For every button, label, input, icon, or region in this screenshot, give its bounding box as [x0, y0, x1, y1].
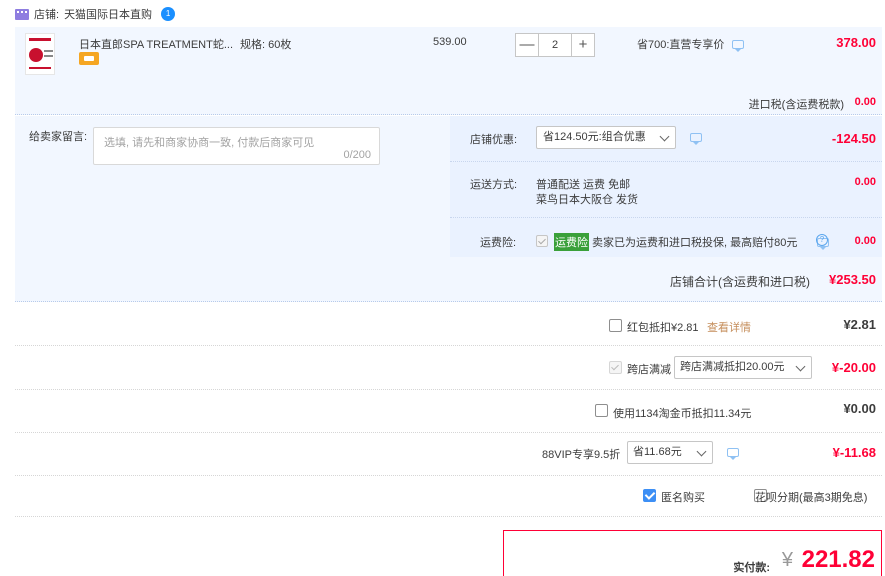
- item-subtotal: 378.00: [836, 35, 876, 50]
- chat-icon[interactable]: [690, 133, 702, 145]
- chevron-down-icon: [696, 446, 707, 457]
- product-spec: 规格: 60枚: [240, 39, 292, 51]
- crossstore-row: 跨店满减 跨店满减抵扣20.00元 ¥-20.00: [15, 347, 882, 390]
- payment-amount: 221.82: [801, 546, 875, 573]
- shipping-value: 0.00: [854, 176, 876, 188]
- product-thumbnail[interactable]: [25, 33, 55, 75]
- item-promo-text: 省700:直营专享价: [637, 39, 725, 51]
- huabei-label: 花呗分期(最高3期免息): [755, 492, 868, 504]
- vip-label: 88VIP专享9.5折: [542, 449, 621, 461]
- anonymous-label: 匿名购买: [661, 492, 705, 504]
- shipping-method: 普通配送 运费 免邮: [536, 179, 631, 191]
- item-promo: 省700:直营专享价: [637, 36, 745, 52]
- insurance-label: 运费险:: [480, 237, 517, 249]
- insurance-value: 0.00: [854, 235, 876, 247]
- vip-select[interactable]: 省11.68元: [627, 441, 713, 464]
- shop-coupon-row: 店铺优惠: 省124.50元:组合优惠 -124.50: [450, 116, 882, 162]
- crossstore-label: 跨店满减: [627, 364, 671, 376]
- payment-label: 实付款:: [733, 562, 770, 574]
- vip-row: 88VIP专享9.5折 省11.68元 ¥-11.68: [15, 433, 882, 476]
- chat-icon[interactable]: [727, 448, 739, 460]
- taojinbi-label: 使用1134淘金币抵扣11.34元: [613, 408, 752, 420]
- help-icon[interactable]: ?: [816, 234, 828, 246]
- insurance-checkbox: [536, 235, 548, 247]
- shop-total-label: 店铺合计(含运费和进口税): [670, 275, 810, 289]
- item-row: 日本直郎SPA TREATMENT蛇... 规格: 60枚 539.00 — 2…: [15, 27, 882, 115]
- redpacket-details-link[interactable]: 查看详情: [707, 319, 751, 335]
- shop-prefix: 店铺:: [34, 9, 60, 21]
- unit-price: 539.00: [433, 36, 467, 48]
- shop-coupon-selected: 省124.50元:组合优惠: [543, 131, 646, 143]
- order-options: 给卖家留言: 选填, 请先和商家协商一致, 付款后商家可见 0/200 店铺优惠…: [15, 116, 882, 302]
- shipping-label: 运送方式:: [470, 179, 518, 191]
- payment-currency: ¥: [781, 549, 793, 571]
- taojinbi-value: ¥0.00: [843, 401, 876, 416]
- redpacket-value: ¥2.81: [843, 317, 876, 332]
- insurance-row: 运费险: 运费险 卖家已为运费和进口税投保, 最高赔付80元 ? 0.00: [450, 218, 882, 257]
- shop-badge[interactable]: 1: [161, 7, 176, 21]
- anonymous-checkbox[interactable]: [643, 489, 656, 502]
- shop-coupon-label: 店铺优惠:: [470, 134, 518, 146]
- taojinbi-checkbox[interactable]: [595, 404, 608, 417]
- shop-name[interactable]: 天猫国际日本直购: [64, 6, 152, 22]
- shipping-origin: 菜鸟日本大阪仓 发货: [536, 194, 639, 206]
- quantity-stepper: — 2 +: [515, 33, 599, 57]
- message-label: 给卖家留言:: [29, 131, 88, 143]
- shop-coupon-select[interactable]: 省124.50元:组合优惠: [536, 126, 676, 149]
- shop-header: 店铺: 天猫国际日本直购 1: [15, 5, 176, 23]
- import-tax-label: 进口税(含运费税款): [748, 99, 844, 111]
- product-title[interactable]: 日本直郎SPA TREATMENT蛇...: [79, 36, 233, 52]
- message-char-count: 0/200: [343, 149, 371, 161]
- crossstore-select[interactable]: 跨店满减抵扣20.00元: [674, 356, 812, 379]
- redpacket-row: 红包抵扣¥2.81 查看详情 ¥2.81: [15, 303, 882, 346]
- payment-total-box: 实付款: ¥ 221.82: [503, 530, 882, 576]
- shop-coupon-value: -124.50: [831, 131, 876, 146]
- crossstore-selected: 跨店满减抵扣20.00元: [680, 361, 785, 373]
- vip-selected: 省11.68元: [633, 446, 682, 458]
- shop-icon: [15, 8, 29, 20]
- increase-quantity-button[interactable]: +: [571, 33, 595, 57]
- vip-value: ¥-11.68: [832, 445, 876, 460]
- decrease-quantity-button[interactable]: —: [515, 33, 539, 57]
- shop-options-panel: 店铺优惠: 省124.50元:组合优惠 -124.50 运送方式: 普通配送 运…: [450, 116, 882, 257]
- chat-icon[interactable]: [732, 39, 745, 52]
- message-placeholder: 选填, 请先和商家协商一致, 付款后商家可见: [104, 137, 315, 149]
- insurance-text: 卖家已为运费和进口税投保, 最高赔付80元: [592, 237, 798, 249]
- product-tag-icon: [79, 52, 99, 65]
- import-tax-value: 0.00: [854, 96, 876, 108]
- shipping-row: 运送方式: 普通配送 运费 免邮 菜鸟日本大阪仓 发货 0.00: [450, 162, 882, 218]
- taojinbi-row: 使用1134淘金币抵扣11.34元 ¥0.00: [15, 390, 882, 433]
- chevron-down-icon: [659, 131, 670, 142]
- redpacket-checkbox[interactable]: [609, 319, 622, 332]
- purchase-options-row: 匿名购买 花呗分期(最高3期免息): [15, 476, 882, 517]
- shop-total-value: ¥253.50: [829, 272, 876, 287]
- insurance-highlight: 运费险: [554, 233, 589, 251]
- crossstore-checkbox: [609, 361, 622, 374]
- message-input[interactable]: 选填, 请先和商家协商一致, 付款后商家可见 0/200: [93, 127, 380, 165]
- crossstore-value: ¥-20.00: [831, 360, 876, 375]
- redpacket-label: 红包抵扣¥2.81: [627, 322, 699, 334]
- quantity-input[interactable]: 2: [539, 33, 571, 57]
- chevron-down-icon: [795, 361, 806, 372]
